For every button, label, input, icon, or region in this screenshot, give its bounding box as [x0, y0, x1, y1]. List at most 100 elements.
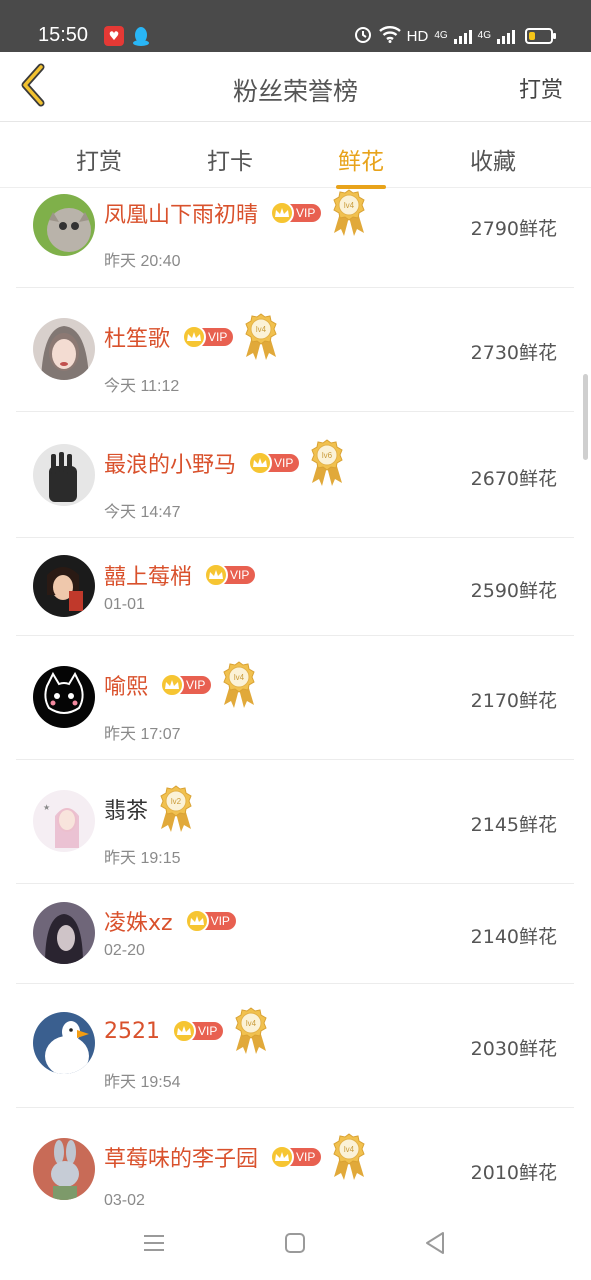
avatar[interactable]	[33, 666, 95, 728]
avatar[interactable]	[33, 1138, 95, 1200]
menu-button[interactable]	[134, 1230, 174, 1260]
fan-time: 今天 14:47	[104, 504, 181, 521]
tab-bar: 打赏 打卡 鲜花 收藏	[0, 122, 591, 189]
fan-name: 囍上莓梢	[104, 565, 193, 590]
medal-level-text: lv4	[256, 325, 267, 334]
level-medal-icon: lv4	[331, 189, 367, 237]
vip-badge: VIP	[184, 909, 236, 933]
avatar[interactable]: ★	[33, 790, 95, 852]
fan-name: 翡茶	[104, 799, 149, 824]
level-medal-icon: lv4	[221, 661, 257, 709]
medal-level-text: lv4	[246, 1019, 257, 1028]
vip-badge: VIP	[172, 1019, 224, 1043]
fan-name: 凤凰山下雨初晴	[104, 203, 259, 228]
avatar[interactable]	[33, 902, 95, 964]
flower-amount: 2170鲜花	[470, 690, 557, 712]
list-item[interactable]: 2521 VIP lv4 昨天 19:54 2030鲜花	[16, 984, 574, 1108]
list-item[interactable]: 喻熙 VIP lv4 昨天 17:07 2170鲜花	[16, 636, 574, 760]
home-button[interactable]	[275, 1230, 315, 1260]
tab-checkin[interactable]: 打卡	[205, 142, 255, 176]
medal-level-text: lv6	[322, 451, 333, 460]
fan-time: 02-20	[104, 942, 145, 959]
flower-amount: 2030鲜花	[470, 1038, 557, 1060]
list-item[interactable]: 凌姝xz VIP 02-20 2140鲜花	[16, 884, 574, 984]
list-item[interactable]: 杜笙歌 VIP lv4 今天 11:12 2730鲜花	[16, 288, 574, 412]
name-line: 杜笙歌 VIP lv4	[104, 313, 279, 360]
tab-favorites[interactable]: 收藏	[468, 142, 518, 176]
qq-icon	[132, 26, 150, 46]
crown-icon	[248, 451, 273, 475]
menu-icon	[143, 1233, 165, 1257]
fan-ranking-list[interactable]: 凤凰山下雨初晴 VIP lv4 昨天 20:40 2790鲜花 杜笙歌 VIP lv4 今天 1…	[0, 188, 591, 1212]
svg-text:★: ★	[43, 803, 50, 812]
name-line: 喻熙 VIP lv4	[104, 661, 257, 708]
level-medal-icon: lv4	[233, 1007, 269, 1055]
vip-badge: VIP	[160, 673, 212, 697]
medal-level-text: lv4	[344, 201, 355, 210]
vip-badge: VIP	[270, 201, 322, 225]
crown-icon	[204, 563, 229, 587]
tab-label: 鲜花	[338, 149, 384, 175]
fan-time: 03-02	[104, 1192, 145, 1209]
page-title: 粉丝荣誉榜	[232, 77, 358, 106]
network-type-2: 4G	[477, 30, 491, 41]
name-line: 囍上莓梢 VIP	[104, 560, 256, 590]
status-icons: HD 4G 4G	[353, 24, 556, 48]
avatar[interactable]	[33, 555, 95, 617]
flower-amount: 2790鲜花	[470, 218, 557, 240]
network-type-1: 4G	[434, 30, 448, 41]
crown-icon	[182, 325, 207, 349]
avatar[interactable]	[33, 444, 95, 506]
status-bar: 15:50 ♥ HD 4G 4G	[0, 0, 591, 52]
vip-badge: VIP	[204, 563, 256, 587]
tab-reward[interactable]: 打赏	[74, 142, 124, 176]
vip-badge: VIP	[270, 1145, 322, 1169]
avatar[interactable]	[33, 318, 95, 380]
back-nav-button[interactable]	[415, 1230, 455, 1260]
crown-icon	[184, 909, 209, 933]
scrollbar[interactable]	[583, 374, 588, 460]
fan-time: 昨天 19:54	[104, 1074, 181, 1091]
name-line: 凌姝xz VIP	[104, 906, 236, 936]
list-item[interactable]: 最浪的小野马 VIP lv6 今天 14:47 2670鲜花	[16, 412, 574, 538]
fan-time: 01-01	[104, 596, 145, 613]
top-app-bar: 粉丝荣誉榜 打赏	[0, 52, 591, 122]
name-line: 翡茶 lv2	[104, 785, 194, 832]
vip-badge: VIP	[248, 451, 300, 475]
battery-level	[529, 32, 535, 40]
fan-time: 今天 11:12	[104, 378, 180, 395]
alarm-icon	[353, 24, 373, 48]
signal-icon	[453, 28, 472, 44]
fan-name: 草莓味的李子园	[104, 1147, 259, 1172]
flower-amount: 2670鲜花	[470, 468, 557, 490]
level-medal-icon: lv4	[243, 313, 279, 361]
battery-icon	[525, 28, 556, 44]
name-line: 凤凰山下雨初晴 VIP lv4	[104, 189, 367, 236]
list-item[interactable]: ★ 翡茶 lv2 昨天 19:15 2145鲜花	[16, 760, 574, 884]
list-item[interactable]: 凤凰山下雨初晴 VIP lv4 昨天 20:40 2790鲜花	[16, 188, 574, 288]
crown-icon	[270, 201, 295, 225]
wifi-icon	[378, 25, 401, 47]
fan-name: 最浪的小野马	[104, 453, 237, 478]
flower-amount: 2730鲜花	[470, 342, 557, 364]
list-item[interactable]: 草莓味的李子园 VIP lv4 03-02 2010鲜花	[16, 1108, 574, 1212]
flower-amount: 2590鲜花	[470, 580, 557, 602]
tab-label: 收藏	[470, 149, 516, 175]
reward-button[interactable]: 打赏	[519, 72, 563, 104]
flower-amount: 2140鲜花	[470, 926, 557, 948]
avatar[interactable]	[33, 194, 95, 256]
fan-name: 凌姝xz	[104, 911, 173, 936]
fan-name: 杜笙歌	[104, 327, 171, 352]
crown-icon	[270, 1145, 295, 1169]
name-line: 草莓味的李子园 VIP lv4	[104, 1133, 367, 1180]
home-square-icon	[284, 1232, 306, 1258]
avatar[interactable]	[33, 1012, 95, 1074]
status-time: 15:50	[38, 24, 89, 46]
fan-time: 昨天 19:15	[104, 850, 181, 867]
list-item[interactable]: 囍上莓梢 VIP 01-01 2590鲜花	[16, 538, 574, 636]
flower-amount: 2010鲜花	[470, 1162, 557, 1184]
system-nav-bar	[0, 1212, 591, 1280]
tab-flowers[interactable]: 鲜花	[336, 142, 386, 189]
fan-name: 喻熙	[104, 675, 149, 700]
fan-time: 昨天 20:40	[104, 253, 181, 270]
